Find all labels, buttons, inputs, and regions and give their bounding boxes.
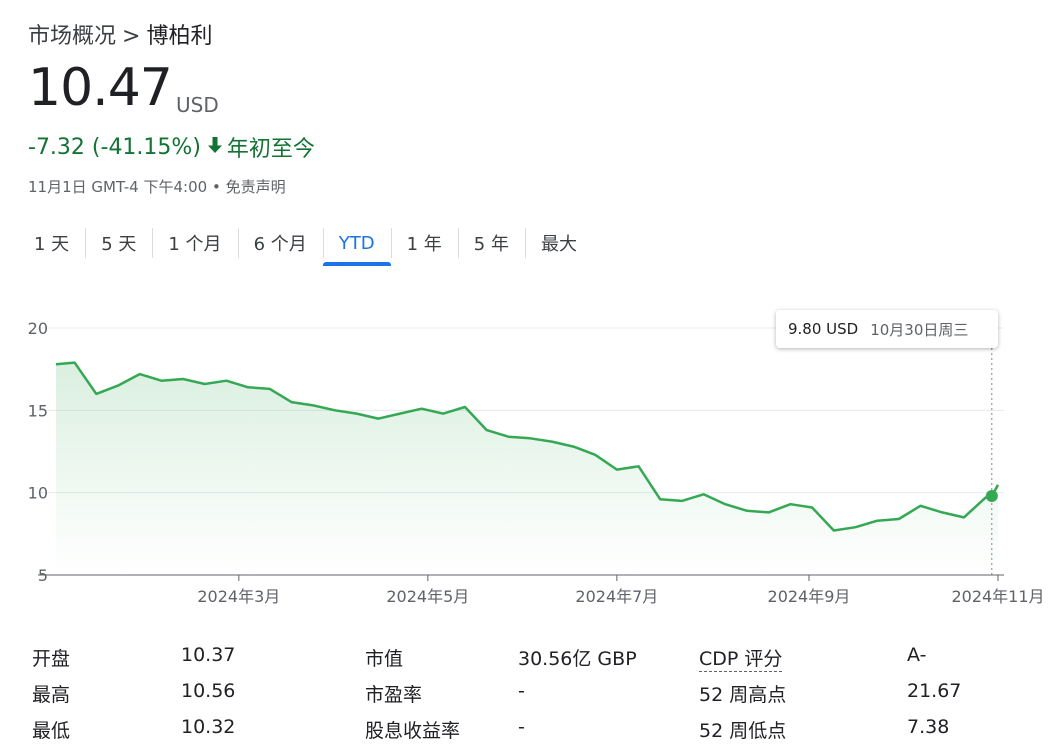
- stat-value-market-cap: 30.56亿 GBP: [518, 648, 637, 670]
- tab-1-year[interactable]: 1 年: [390, 226, 458, 260]
- stat-value-52w-low: 7.38: [907, 716, 950, 738]
- stat-label-52w-low: 52 周低点: [699, 720, 787, 742]
- currency-label: USD: [176, 93, 219, 117]
- x-tick-label: 2024年5月: [386, 587, 469, 606]
- y-tick-label: 15: [28, 401, 48, 420]
- stat-label-pe-ratio: 市盈率: [365, 684, 423, 706]
- price-change: -7.32 (-41.15%) 年初至今: [28, 131, 315, 163]
- price-change-value: -7.32 (-41.15%): [28, 134, 201, 160]
- x-tick-label: 2024年9月: [768, 587, 851, 606]
- x-tick-label: 2024年7月: [575, 587, 658, 606]
- stat-value-open: 10.37: [181, 644, 236, 666]
- timestamp-line: 11月1日 GMT-4 下午4:00 • 免责声明: [28, 176, 286, 197]
- tab-5-year[interactable]: 5 年: [457, 226, 525, 260]
- stat-value-52w-high: 21.67: [907, 680, 962, 702]
- stat-label-high: 最高: [32, 684, 71, 706]
- breadcrumb-current: 博柏利: [146, 24, 213, 49]
- y-tick-label: 10: [28, 484, 48, 503]
- tab-5-day[interactable]: 5 天: [85, 226, 152, 260]
- tab-1-month[interactable]: 1 个月: [152, 226, 237, 260]
- hover-point: [985, 489, 998, 502]
- stats-table: 开盘 10.37 市值 30.56亿 GBP CDP 评分 A- 最高 10.5…: [32, 638, 1042, 746]
- stat-value-dividend-yield: -: [518, 716, 525, 738]
- stat-label-dividend-yield: 股息收益率: [365, 720, 461, 742]
- stat-label-52w-high: 52 周高点: [699, 684, 787, 706]
- breadcrumb: 市场概况 > 博柏利: [28, 18, 212, 50]
- stat-value-high: 10.56: [181, 680, 236, 702]
- stat-value-cdp-score: A-: [907, 644, 927, 666]
- arrow-down-icon: [207, 135, 223, 160]
- stat-value-low: 10.32: [181, 716, 236, 738]
- x-tick-label: 2024年11月: [951, 587, 1044, 606]
- range-tabs: 1 天 5 天 1 个月 6 个月 YTD 1 年 5 年 最大: [18, 226, 593, 266]
- breadcrumb-parent-link[interactable]: 市场概况: [28, 24, 116, 49]
- tooltip-date: 10月30日周三: [870, 320, 969, 339]
- y-tick-label: 20: [28, 319, 48, 338]
- tab-max[interactable]: 最大: [524, 226, 593, 260]
- stat-label-market-cap: 市值: [365, 648, 404, 670]
- tab-1-day[interactable]: 1 天: [18, 226, 85, 260]
- stat-label-low: 最低: [32, 720, 71, 742]
- chart-tooltip: 9.80 USD 10月30日周三: [776, 310, 998, 348]
- stat-label-cdp-score[interactable]: CDP 评分: [699, 644, 783, 672]
- disclaimer-link[interactable]: 免责声明: [226, 178, 286, 196]
- breadcrumb-separator: >: [122, 24, 141, 49]
- quote-timestamp: 11月1日 GMT-4 下午4:00: [28, 178, 208, 196]
- stats-row: 开盘 10.37 市值 30.56亿 GBP CDP 评分 A-: [32, 638, 1042, 674]
- tooltip-price: 9.80 USD: [788, 320, 859, 338]
- stat-label-open: 开盘: [32, 648, 71, 670]
- x-tick-label: 2024年3月: [197, 587, 280, 606]
- stats-row: 最低 10.32 股息收益率 - 52 周低点 7.38: [32, 710, 1042, 746]
- stat-value-pe-ratio: -: [518, 680, 525, 702]
- stock-price: 10.47: [28, 58, 173, 118]
- price-change-period: 年初至今: [226, 137, 315, 162]
- bullet-separator: •: [211, 178, 226, 196]
- stats-row: 最高 10.56 市盈率 - 52 周高点 21.67: [32, 674, 1042, 710]
- price-area: [56, 362, 998, 575]
- tab-6-month[interactable]: 6 个月: [237, 226, 323, 260]
- tab-ytd[interactable]: YTD: [322, 226, 391, 266]
